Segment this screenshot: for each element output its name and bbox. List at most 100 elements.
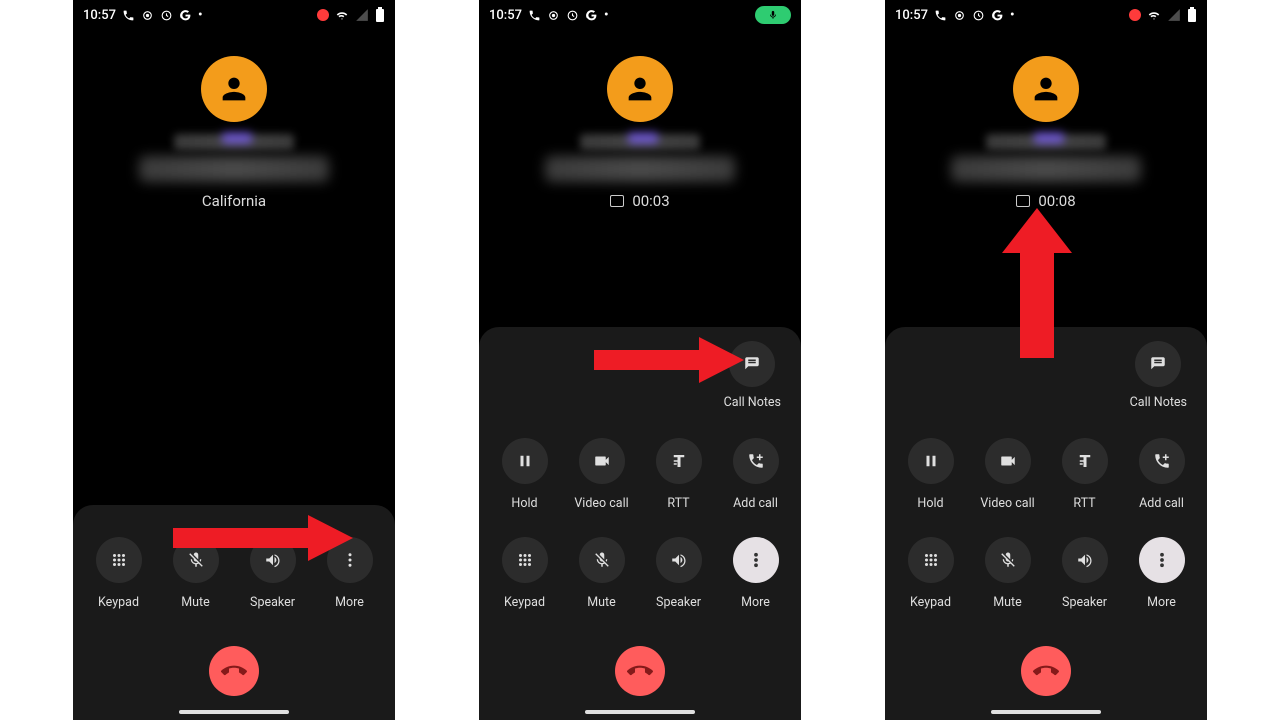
rtt-icon xyxy=(1076,452,1094,470)
mic-active-indicator-icon xyxy=(755,6,791,24)
call-controls-panel-expanded: Call Notes Hold Video call RTT Add call xyxy=(479,327,801,720)
status-bar: 10:57 • xyxy=(479,0,801,30)
google-g-icon xyxy=(585,9,598,22)
rec-outline-icon xyxy=(953,9,966,22)
battery-icon xyxy=(1187,7,1197,23)
status-time: 10:57 xyxy=(83,8,116,23)
signal-icon xyxy=(1167,8,1181,22)
phone-screenshot-2: 10:57 • 00:03 C xyxy=(479,0,801,720)
end-call-button[interactable] xyxy=(209,646,259,696)
keypad-label: Keypad xyxy=(98,595,139,610)
keypad-icon xyxy=(110,551,128,569)
caller-info: California xyxy=(73,30,395,210)
caller-info: 00:08 xyxy=(885,30,1207,210)
video-call-button[interactable]: Video call xyxy=(976,438,1040,511)
hold-button[interactable]: Hold xyxy=(899,438,963,511)
call-notes-icon xyxy=(1149,355,1167,373)
google-g-icon xyxy=(179,9,192,22)
avatar xyxy=(201,56,267,122)
keypad-icon xyxy=(922,551,940,569)
rtt-icon xyxy=(670,452,688,470)
add-call-button[interactable]: Add call xyxy=(1130,438,1194,511)
pause-icon xyxy=(516,452,534,470)
end-call-button[interactable] xyxy=(1021,646,1071,696)
hold-button[interactable]: Hold xyxy=(493,438,557,511)
caller-number-blurred xyxy=(139,156,329,182)
speaker-button[interactable]: Speaker xyxy=(241,537,305,610)
rtt-button[interactable]: RTT xyxy=(1053,438,1117,511)
more-button[interactable]: More xyxy=(724,537,788,610)
phone-screenshot-1: 10:57 • xyxy=(73,0,395,720)
more-vert-icon xyxy=(747,551,765,569)
status-dot: • xyxy=(604,8,609,23)
videocam-icon xyxy=(999,452,1017,470)
end-call-icon xyxy=(1033,658,1059,684)
call-notes-button[interactable]: Call Notes xyxy=(1130,341,1187,410)
avatar xyxy=(607,56,673,122)
add-call-icon xyxy=(1153,452,1171,470)
speaker-button[interactable]: Speaker xyxy=(647,537,711,610)
speaker-icon xyxy=(1076,551,1094,569)
more-button[interactable]: More xyxy=(1130,537,1194,610)
caller-location: California xyxy=(202,192,266,210)
mic-off-icon xyxy=(999,551,1017,569)
mic-off-icon xyxy=(187,551,205,569)
recording-indicator-icon xyxy=(317,9,329,21)
person-icon xyxy=(1029,72,1063,106)
recording-indicator-icon xyxy=(1129,9,1141,21)
end-call-icon xyxy=(221,658,247,684)
speaker-button[interactable]: Speaker xyxy=(1053,537,1117,610)
status-bar: 10:57 • xyxy=(885,0,1207,30)
add-call-icon xyxy=(747,452,765,470)
add-call-button[interactable]: Add call xyxy=(724,438,788,511)
rec-outline-icon xyxy=(547,9,560,22)
mic-off-icon xyxy=(593,551,611,569)
call-controls-panel-expanded: Call Notes Hold Video call RTT Add call xyxy=(885,327,1207,720)
status-time: 10:57 xyxy=(895,8,928,23)
call-notes-button[interactable]: Call Notes xyxy=(724,341,781,410)
status-bar: 10:57 • xyxy=(73,0,395,30)
mute-button[interactable]: Mute xyxy=(976,537,1040,610)
phone-icon xyxy=(528,9,541,22)
mute-button[interactable]: Mute xyxy=(164,537,228,610)
more-label: More xyxy=(335,595,364,610)
clock-outline-icon xyxy=(972,9,985,22)
more-vert-icon xyxy=(1153,551,1171,569)
keypad-button[interactable]: Keypad xyxy=(899,537,963,610)
caller-name-blurred xyxy=(986,134,1106,150)
clock-outline-icon xyxy=(160,9,173,22)
home-indicator[interactable] xyxy=(585,710,695,714)
home-indicator[interactable] xyxy=(179,710,289,714)
speaker-label: Speaker xyxy=(250,595,295,610)
call-notes-icon xyxy=(743,355,761,373)
end-call-icon xyxy=(627,658,653,684)
caller-number-blurred xyxy=(951,156,1141,182)
sim-icon xyxy=(610,195,624,207)
mute-button[interactable]: Mute xyxy=(570,537,634,610)
status-time: 10:57 xyxy=(489,8,522,23)
signal-icon xyxy=(355,8,369,22)
end-call-button[interactable] xyxy=(615,646,665,696)
phone-screenshot-3: 10:57 • 00:08 Call Notes xyxy=(885,0,1207,720)
keypad-icon xyxy=(516,551,534,569)
keypad-button[interactable]: Keypad xyxy=(493,537,557,610)
mute-label: Mute xyxy=(181,595,210,610)
video-call-button[interactable]: Video call xyxy=(570,438,634,511)
google-g-icon xyxy=(991,9,1004,22)
rec-outline-icon xyxy=(141,9,154,22)
speaker-icon xyxy=(264,551,282,569)
keypad-button[interactable]: Keypad xyxy=(87,537,151,610)
status-dot: • xyxy=(1010,8,1015,23)
more-button[interactable]: More xyxy=(318,537,382,610)
home-indicator[interactable] xyxy=(991,710,1101,714)
clock-outline-icon xyxy=(566,9,579,22)
call-timer: 00:08 xyxy=(1016,192,1075,210)
avatar xyxy=(1013,56,1079,122)
videocam-icon xyxy=(593,452,611,470)
rtt-button[interactable]: RTT xyxy=(647,438,711,511)
battery-icon xyxy=(375,7,385,23)
caller-number-blurred xyxy=(545,156,735,182)
caller-info: 00:03 xyxy=(479,30,801,210)
call-notes-label: Call Notes xyxy=(1130,395,1187,410)
more-vert-icon xyxy=(341,551,359,569)
